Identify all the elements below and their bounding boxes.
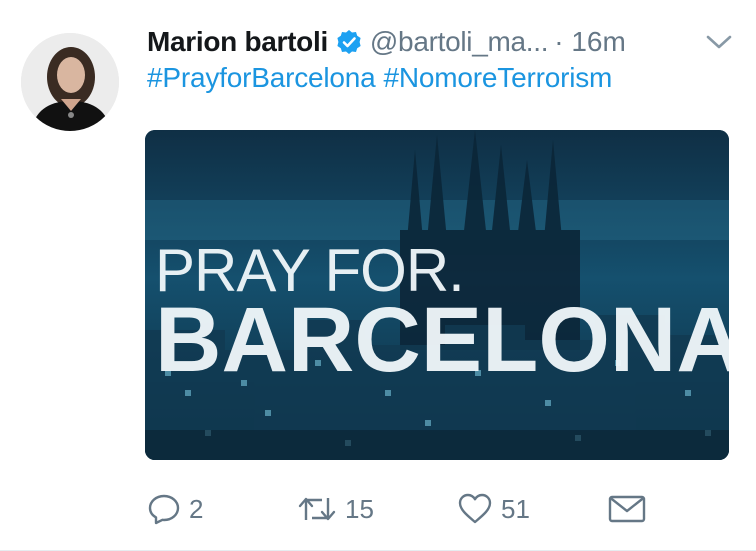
- verified-badge-icon: [336, 29, 362, 55]
- tweet-header: Marion bartoli @bartoli_ma... · 16m: [147, 22, 626, 62]
- chevron-down-icon[interactable]: [704, 30, 734, 54]
- media-caption-line-2: BARCELONA: [155, 289, 729, 391]
- hashtag-link[interactable]: #PrayforBarcelona: [147, 62, 376, 93]
- tweet-text: #PrayforBarcelona #NomoreTerrorism: [147, 62, 620, 94]
- like-button[interactable]: 51: [457, 486, 530, 532]
- timestamp[interactable]: · 16m: [554, 26, 626, 58]
- direct-message-button[interactable]: [607, 486, 647, 532]
- reply-icon: [147, 492, 181, 526]
- tweet-actions: 2 15 51: [145, 486, 665, 532]
- display-name[interactable]: Marion bartoli: [147, 26, 328, 58]
- avatar[interactable]: [21, 33, 119, 131]
- reply-count: 2: [189, 493, 204, 524]
- retweet-icon: [297, 492, 337, 526]
- reply-button[interactable]: 2: [147, 486, 203, 532]
- hashtag-link[interactable]: #NomoreTerrorism: [384, 62, 613, 93]
- like-count: 51: [501, 493, 530, 524]
- avatar-photo: [21, 33, 119, 131]
- retweet-count: 15: [345, 493, 374, 524]
- user-handle[interactable]: @bartoli_ma...: [370, 26, 549, 58]
- retweet-button[interactable]: 15: [297, 486, 374, 532]
- tweet-media-image[interactable]: PRAY FOR. BARCELONA: [145, 130, 729, 460]
- tweet-card[interactable]: Marion bartoli @bartoli_ma... · 16m #Pra…: [0, 0, 756, 551]
- heart-icon: [457, 492, 493, 526]
- envelope-icon: [607, 492, 647, 526]
